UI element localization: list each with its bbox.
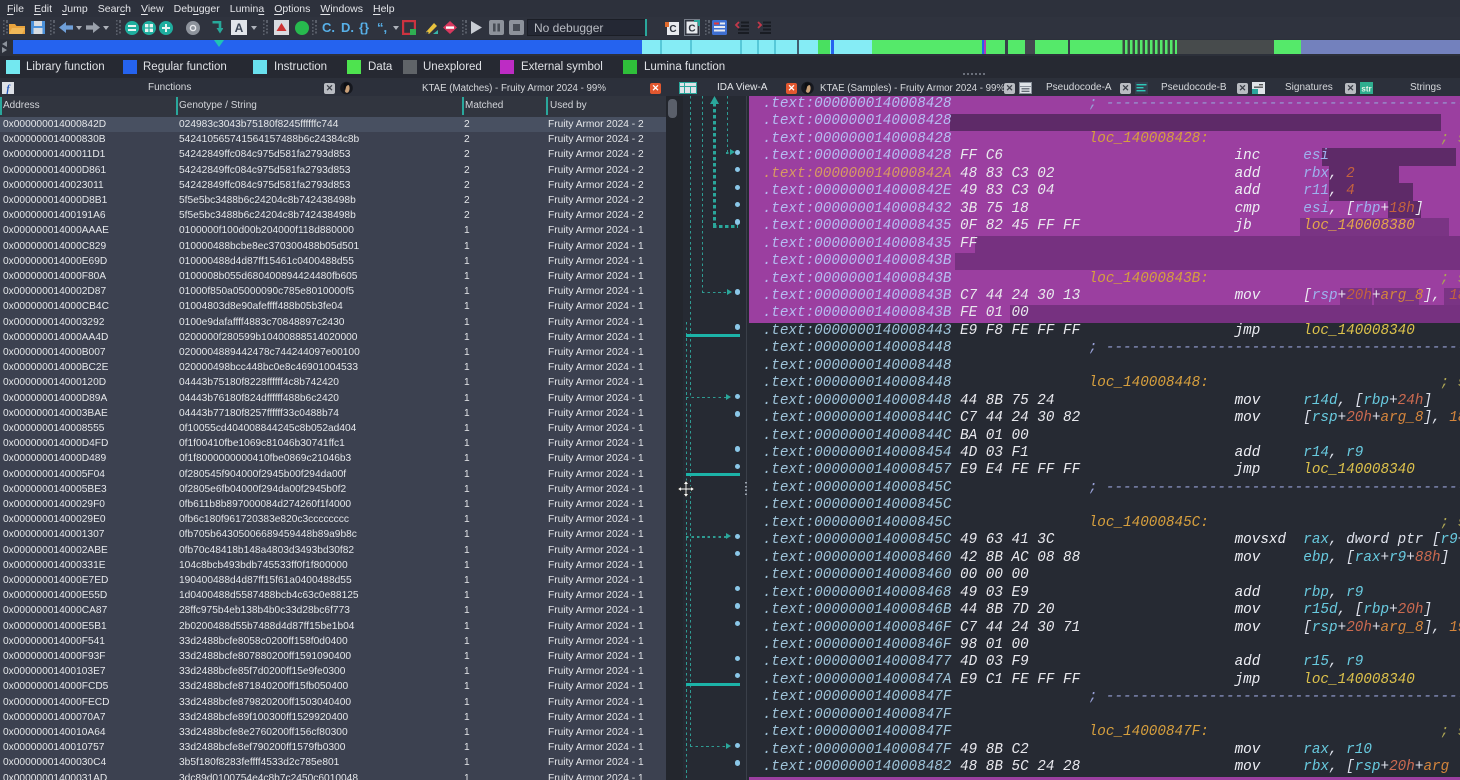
svg-text:C: C	[669, 24, 676, 35]
svg-text:C: C	[688, 24, 695, 35]
svg-text:A: A	[235, 21, 244, 35]
svg-text:str: str	[1361, 85, 1371, 94]
